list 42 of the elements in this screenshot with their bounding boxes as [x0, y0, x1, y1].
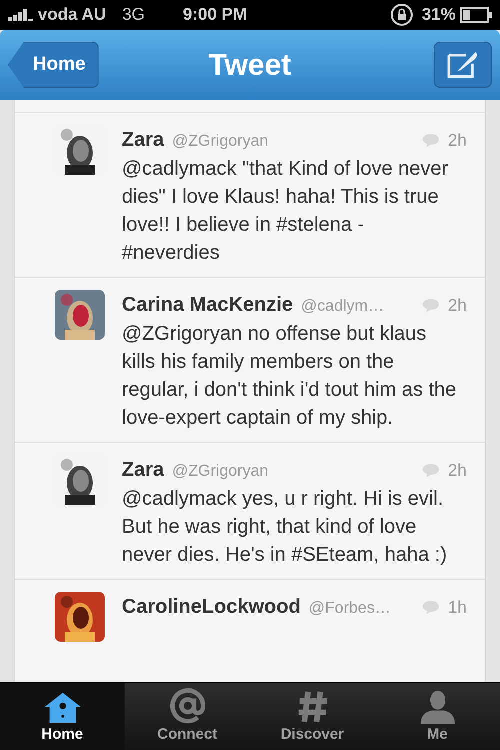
- carrier-name: voda AU: [38, 4, 106, 26]
- speech-bubble-icon: [422, 462, 440, 478]
- back-button[interactable]: Home: [8, 42, 99, 88]
- tweet-row[interactable]: CarolineLockwood @Forbes… 1h: [15, 579, 485, 652]
- tweet-row[interactable]: Carina MacKenzie @cadlym… 2h @ZGrigoryan no offense but klaus kills his family members on the regular, i don't think i'd tout him as the love-expert captain of my ship.: [15, 277, 485, 442]
- tweet-time: 2h: [448, 295, 467, 317]
- tab-item[interactable]: Me: [375, 683, 500, 750]
- author-name: Carina MacKenzie: [122, 293, 294, 318]
- tab-item[interactable]: Discover: [250, 683, 375, 750]
- at-sign-icon: [168, 688, 206, 724]
- tweet-text: @cadlymack yes, u r right. Hi is evil. But he was right, that kind of love never dies. He's in #SEteam, haha :): [122, 487, 448, 568]
- person-icon: [418, 690, 456, 724]
- tweet-row[interactable]: Zara @ZGrigoryan 2h @cadlymack "that Kind of love never dies" I love Klaus! haha! This is true love!! I believe in #stelena - #neverdies: [15, 112, 485, 277]
- tab-item[interactable]: Connect: [125, 683, 250, 750]
- compose-icon: [447, 51, 479, 79]
- author-handle: @ZGrigoryan: [172, 132, 269, 152]
- tweet-text: @cadlymack "that Kind of love never dies" I love Klaus! haha! This is true love!! I believe in #stelena - #neverdies: [122, 157, 450, 266]
- tab-item[interactable]: Home: [0, 683, 125, 750]
- speech-bubble-icon: [422, 132, 440, 148]
- author-handle: @Forbes…: [308, 599, 391, 619]
- speech-bubble-icon: [422, 298, 440, 312]
- tweet-text: @ZGrigoryan no offense but klaus kills his family members on the regular, i don't think i'd tout him as the love-expert captain of my ship.: [122, 322, 458, 431]
- screen-title: Tweet: [208, 48, 292, 84]
- author-name: CarolineLockwood: [122, 595, 301, 620]
- author-handle: @ZGrigoryan: [172, 462, 269, 482]
- tweet-time: 2h: [448, 130, 467, 152]
- author-handle: @cadlym…: [301, 297, 384, 317]
- signal-icon: [8, 9, 34, 21]
- battery-icon: [460, 7, 492, 23]
- tweet-time: 1h: [448, 597, 467, 619]
- compose-button[interactable]: [434, 42, 492, 88]
- tweet-row[interactable]: Zara @ZGrigoryan 2h @cadlymack yes, u r right. Hi is evil. But he was right, that kind of love never dies. He's in #SEteam, haha :): [15, 442, 485, 579]
- network-type: 3G: [122, 4, 146, 26]
- speech-bubble-icon: [422, 600, 440, 614]
- tweet-time: 2h: [448, 460, 467, 482]
- hash-icon: [296, 690, 328, 724]
- author-name: Zara: [122, 128, 164, 153]
- battery-percent: 31%: [422, 4, 456, 26]
- author-name: Zara: [122, 458, 164, 483]
- birdhouse-icon: [44, 692, 82, 724]
- clock: 9:00 PM: [183, 4, 248, 26]
- rotation-lock-icon: [390, 3, 414, 27]
